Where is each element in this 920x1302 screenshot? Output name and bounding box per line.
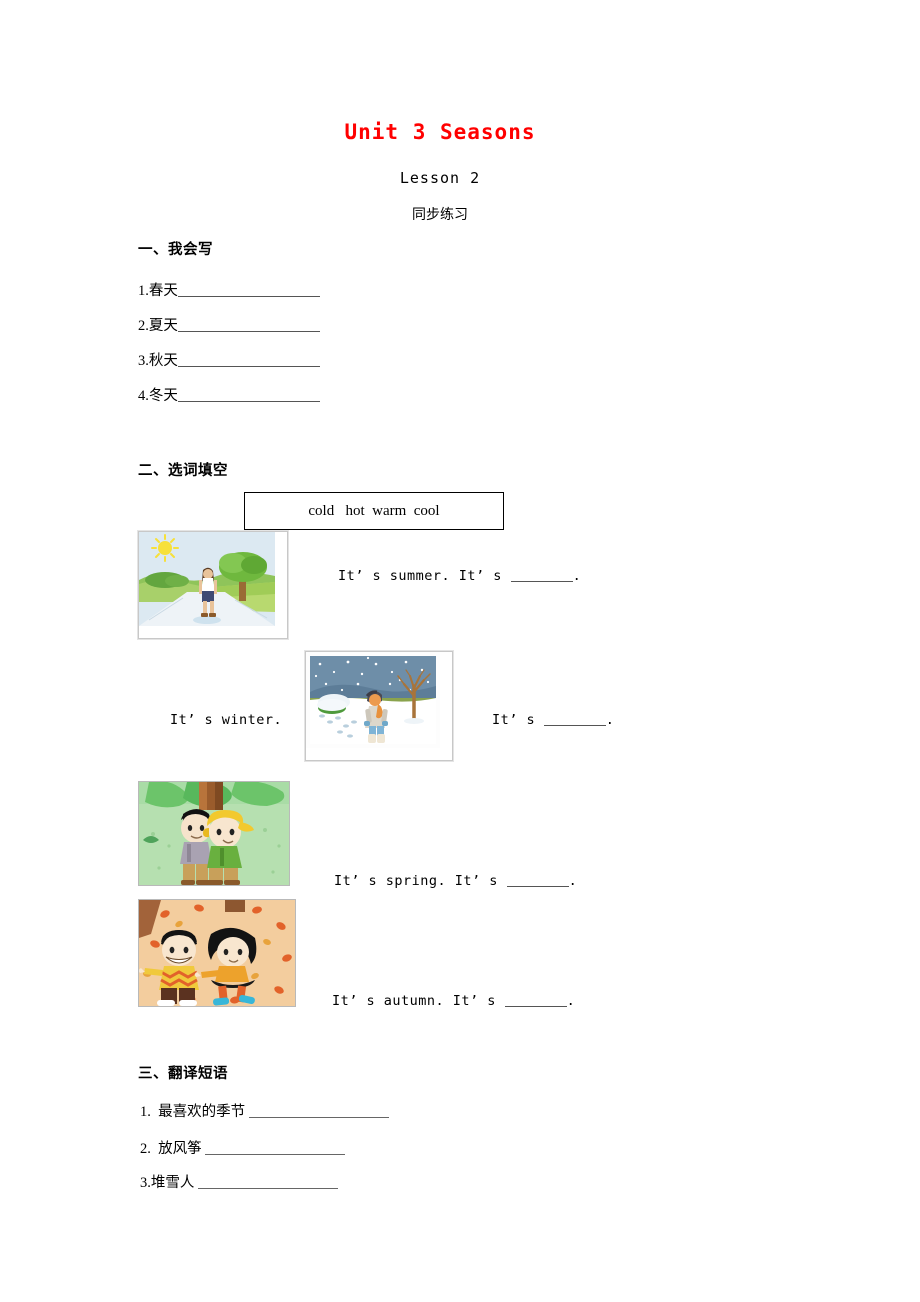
write-item-word: 冬天 <box>148 388 178 404</box>
translate-answer-blank[interactable] <box>198 1188 338 1189</box>
spring-answer-blank[interactable] <box>506 886 569 887</box>
write-item: 1.春天 <box>138 279 320 300</box>
write-item-word: 春天 <box>148 283 178 299</box>
translate-item-number: 2. <box>140 1141 151 1157</box>
translate-item: 2. 放风筝 <box>140 1137 346 1158</box>
worksheet-page: Unit 3 Seasons Lesson 2 同步练习 一、我会写 1.春天 … <box>0 0 920 1302</box>
autumn-scene-illustration <box>139 900 295 1006</box>
spring-sentence-text: It’ s spring. It’ s <box>334 873 507 889</box>
translate-item: 1. 最喜欢的季节 <box>140 1100 389 1121</box>
write-item: 2.夏天 <box>138 314 320 335</box>
winter-scene-image <box>305 651 453 761</box>
word-bank-options: cold hot warm cool <box>308 502 440 519</box>
lesson-label: Lesson 2 <box>399 169 481 187</box>
autumn-sentence-period: . <box>566 993 576 1009</box>
autumn-sentence-text: It’ s autumn. It’ s <box>332 993 505 1009</box>
write-answer-blank[interactable] <box>177 401 320 402</box>
translate-item-phrase: 放风筝 <box>158 1141 202 1157</box>
spring-sentence-period: . <box>568 873 578 889</box>
translate-answer-blank[interactable] <box>205 1154 346 1155</box>
translate-item-phrase: 最喜欢的季节 <box>158 1104 246 1120</box>
section-3-heading: 三、翻译短语 <box>138 1066 228 1082</box>
summer-sentence-text: It’ s summer. It’ s <box>338 568 511 584</box>
section-2-heading: 二、选词填空 <box>138 463 228 479</box>
spring-scene-image <box>138 781 290 886</box>
summer-scene-image <box>138 531 288 639</box>
write-item-word: 秋天 <box>148 353 178 369</box>
write-item-word: 夏天 <box>148 318 178 334</box>
write-answer-blank[interactable] <box>177 331 320 332</box>
winter-prompt: It’ s winter. <box>170 712 283 728</box>
translate-answer-blank[interactable] <box>248 1117 389 1118</box>
write-item-number: 1. <box>138 283 149 299</box>
write-item: 4.冬天 <box>138 384 320 405</box>
section-1-heading: 一、我会写 <box>138 242 213 258</box>
winter-sentence: It’ s . <box>492 712 614 728</box>
autumn-sentence: It’ s autumn. It’ s . <box>332 993 575 1009</box>
summer-answer-blank[interactable] <box>510 581 573 582</box>
winter-scene-illustration <box>306 652 440 748</box>
summer-scene-illustration <box>139 532 275 626</box>
write-item-number: 3. <box>138 353 149 369</box>
summer-sentence-period: . <box>572 568 582 584</box>
translate-item: 3.堆雪人 <box>140 1171 338 1192</box>
write-answer-blank[interactable] <box>177 366 320 367</box>
spring-sentence: It’ s spring. It’ s . <box>334 873 577 889</box>
summer-sentence: It’ s summer. It’ s . <box>338 568 581 584</box>
winter-answer-blank[interactable] <box>543 725 606 726</box>
word-bank-box: cold hot warm cool <box>244 492 504 530</box>
autumn-answer-blank[interactable] <box>504 1006 567 1007</box>
winter-sentence-period: . <box>605 712 615 728</box>
translate-item-number: 3. <box>140 1175 151 1191</box>
autumn-scene-image <box>138 899 296 1007</box>
write-answer-blank[interactable] <box>177 296 320 297</box>
practice-label: 同步练习 <box>412 207 468 223</box>
spring-scene-illustration <box>139 782 289 885</box>
translate-item-number: 1. <box>140 1104 151 1120</box>
translate-item-phrase: 堆雪人 <box>150 1175 195 1191</box>
page-title: Unit 3 Seasons <box>344 120 536 144</box>
winter-sentence-text: It’ s <box>492 712 544 728</box>
write-item: 3.秋天 <box>138 349 320 370</box>
write-item-number: 4. <box>138 388 149 404</box>
write-item-number: 2. <box>138 318 149 334</box>
